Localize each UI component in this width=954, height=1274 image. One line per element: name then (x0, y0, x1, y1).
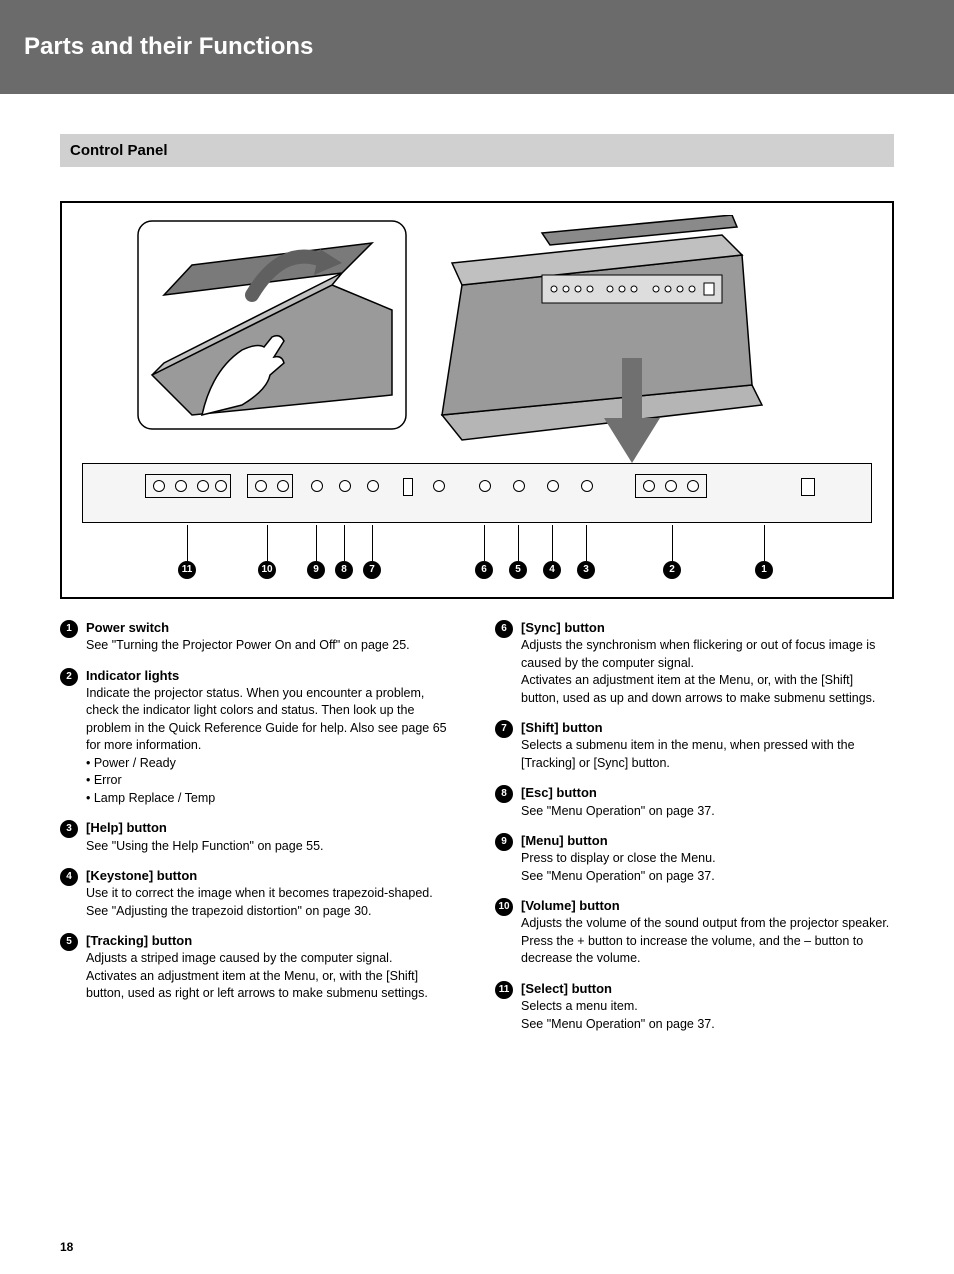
item-title: [Esc] button (521, 784, 894, 802)
diagram-callout: 5 (509, 561, 527, 579)
list-item: 7 [Shift] buttonSelects a submenu item in… (495, 719, 894, 772)
left-column: 1 Power switchSee "Turning the Projector … (60, 619, 459, 1045)
header-bar: Parts and their Functions (0, 0, 954, 94)
item-title: [Shift] button (521, 719, 894, 737)
item-number-badge: 1 (60, 620, 78, 638)
diagram-callout: 6 (475, 561, 493, 579)
item-body: [Select] buttonSelects a menu item. See … (521, 980, 894, 1033)
item-number-badge: 5 (60, 933, 78, 951)
diagram-callout: 9 (307, 561, 325, 579)
item-description: Selects a submenu item in the menu, when… (521, 737, 894, 772)
item-title: [Select] button (521, 980, 894, 998)
item-title: [Volume] button (521, 897, 894, 915)
diagram-callout: 3 (577, 561, 595, 579)
item-number-badge: 7 (495, 720, 513, 738)
list-item: 6 [Sync] buttonAdjusts the synchronism wh… (495, 619, 894, 707)
item-body: [Shift] buttonSelects a submenu item in … (521, 719, 894, 772)
diagram-callout: 10 (258, 561, 276, 579)
item-title: Indicator lights (86, 667, 459, 685)
item-body: Power switchSee "Turning the Projector P… (86, 619, 459, 655)
section-title: Control Panel (60, 134, 894, 167)
item-number-badge: 3 (60, 820, 78, 838)
diagram-callout: 8 (335, 561, 353, 579)
item-body: [Keystone] buttonUse it to correct the i… (86, 867, 459, 920)
item-body: Indicator lightsIndicate the projector s… (86, 667, 459, 808)
diagram-callout: 11 (178, 561, 196, 579)
control-panel-strip (82, 463, 872, 523)
page-number: 18 (60, 1239, 73, 1256)
list-item: 1 Power switchSee "Turning the Projector … (60, 619, 459, 655)
down-arrow-icon (602, 358, 662, 468)
list-item: 10 [Volume] buttonAdjusts the volume of t… (495, 897, 894, 968)
item-title: [Sync] button (521, 619, 894, 637)
item-description: Adjusts the volume of the sound output f… (521, 915, 894, 968)
item-body: [Tracking] buttonAdjusts a striped image… (86, 932, 459, 1003)
item-body: [Esc] buttonSee "Menu Operation" on page… (521, 784, 894, 820)
item-body: [Help] buttonSee "Using the Help Functio… (86, 819, 459, 855)
item-title: [Keystone] button (86, 867, 459, 885)
item-description: See "Turning the Projector Power On and … (86, 637, 459, 655)
diagram-callout: 7 (363, 561, 381, 579)
item-number-badge: 4 (60, 868, 78, 886)
list-item: 5 [Tracking] buttonAdjusts a striped imag… (60, 932, 459, 1003)
list-item: 4 [Keystone] buttonUse it to correct the … (60, 867, 459, 920)
header-title: Parts and their Functions (24, 30, 313, 64)
item-title: Power switch (86, 619, 459, 637)
projector-open-illustration (132, 215, 412, 435)
item-body: [Sync] buttonAdjusts the synchronism whe… (521, 619, 894, 707)
description-columns: 1 Power switchSee "Turning the Projector … (60, 619, 894, 1045)
item-number-badge: 11 (495, 981, 513, 999)
control-panel-diagram: 11 10 9 8 7 6 5 4 3 2 1 (60, 201, 894, 599)
item-description: See "Menu Operation" on page 37. (521, 803, 894, 821)
item-title: [Tracking] button (86, 932, 459, 950)
page-content: Control Panel (0, 134, 954, 1085)
diagram-callout: 2 (663, 561, 681, 579)
item-title: [Help] button (86, 819, 459, 837)
item-number-badge: 8 (495, 785, 513, 803)
item-description: Use it to correct the image when it beco… (86, 885, 459, 920)
item-number-badge: 6 (495, 620, 513, 638)
list-item: 9 [Menu] buttonPress to display or close … (495, 832, 894, 885)
list-item: 11 [Select] buttonSelects a menu item. Se… (495, 980, 894, 1033)
list-item: 8 [Esc] buttonSee "Menu Operation" on pag… (495, 784, 894, 820)
item-number-badge: 9 (495, 833, 513, 851)
item-description: See "Using the Help Function" on page 55… (86, 838, 459, 856)
item-number-badge: 2 (60, 668, 78, 686)
item-description: Press to display or close the Menu. See … (521, 850, 894, 885)
list-item: 2 Indicator lightsIndicate the projector … (60, 667, 459, 808)
list-item: 3 [Help] buttonSee "Using the Help Functi… (60, 819, 459, 855)
item-title: [Menu] button (521, 832, 894, 850)
item-description: Adjusts the synchronism when flickering … (521, 637, 894, 707)
item-body: [Menu] buttonPress to display or close t… (521, 832, 894, 885)
item-description: Indicate the projector status. When you … (86, 685, 459, 808)
right-column: 6 [Sync] buttonAdjusts the synchronism wh… (495, 619, 894, 1045)
diagram-callout: 4 (543, 561, 561, 579)
item-description: Selects a menu item. See "Menu Operation… (521, 998, 894, 1033)
item-description: Adjusts a striped image caused by the co… (86, 950, 459, 1003)
item-body: [Volume] buttonAdjusts the volume of the… (521, 897, 894, 968)
item-number-badge: 10 (495, 898, 513, 916)
diagram-callout: 1 (755, 561, 773, 579)
